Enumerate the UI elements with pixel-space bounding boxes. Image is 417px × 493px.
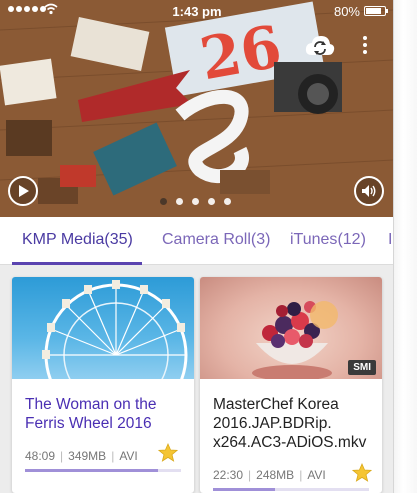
watch-progress-bar <box>213 488 369 491</box>
watch-progress-fill <box>213 488 276 491</box>
subtitle-badge: SMI <box>348 360 376 375</box>
video-meta: 22:30 | 248MB | AVI <box>213 468 326 482</box>
tab-count: (35) <box>104 231 133 248</box>
meta-divider: | <box>60 449 64 463</box>
watch-progress-bar <box>25 469 181 472</box>
tab-label: I <box>388 231 393 248</box>
video-duration: 22:30 <box>213 468 244 482</box>
video-title[interactable]: MasterChef Korea 2016.JAP.BDRip. x264.AC… <box>213 395 373 452</box>
tab-itunes[interactable]: iTunes(12) <box>290 231 366 249</box>
video-title[interactable]: The Woman on the Ferris Wheel 2016 <box>25 395 185 433</box>
favorite-star-icon[interactable] <box>158 443 178 462</box>
video-size: 248MB <box>256 468 295 482</box>
battery-icon <box>364 6 388 16</box>
slide-dot[interactable] <box>192 198 199 205</box>
slide-dot[interactable] <box>224 198 231 205</box>
slide-dot[interactable] <box>176 198 183 205</box>
favorite-star-icon[interactable] <box>352 463 372 482</box>
tab-next[interactable]: I <box>388 231 392 249</box>
source-tabs: KMP Media(35) Camera Roll(3) iTunes(12) … <box>0 217 393 265</box>
video-thumbnail[interactable]: SMI <box>200 277 382 379</box>
meta-divider: | <box>111 449 115 463</box>
volume-icon <box>362 185 376 197</box>
meta-divider: | <box>299 468 303 482</box>
video-card[interactable]: The Woman on the Ferris Wheel 2016 48:09… <box>12 277 194 493</box>
play-icon <box>19 185 29 197</box>
video-format: AVI <box>307 468 326 482</box>
slide-dot[interactable] <box>208 198 215 205</box>
sync-icon[interactable] <box>304 33 336 59</box>
play-button[interactable] <box>8 176 38 206</box>
slide-indicator <box>160 198 231 205</box>
tab-count: (3) <box>250 231 271 248</box>
video-size: 349MB <box>68 449 107 463</box>
video-meta: 48:09 | 349MB | AVI <box>25 449 138 463</box>
video-duration: 48:09 <box>25 449 56 463</box>
video-thumbnail[interactable] <box>12 277 194 379</box>
tab-label: iTunes <box>290 231 338 248</box>
volume-button[interactable] <box>354 176 384 206</box>
svg-text:26: 26 <box>195 12 286 93</box>
tab-label: Camera Roll <box>162 231 251 248</box>
battery-percent: 80% <box>333 4 360 19</box>
tab-label: KMP Media <box>22 231 105 248</box>
ferris-wheel-thumbnail-image <box>42 280 188 379</box>
active-tab-indicator <box>12 262 142 265</box>
app-screen: 26 1:43 pm 80% KMP Media(35) Camera Roll… <box>0 0 394 493</box>
status-bar: 1:43 pm 80% <box>0 0 393 22</box>
device-side-bezel <box>394 0 417 493</box>
tab-kmp-media[interactable]: KMP Media(35) <box>22 231 133 249</box>
more-vertical-icon[interactable] <box>363 36 367 54</box>
slide-dot[interactable] <box>160 198 167 205</box>
video-card[interactable]: SMI MasterChef Korea 2016.JAP.BDRip. x26… <box>200 277 382 493</box>
meta-divider: | <box>248 468 252 482</box>
hero-banner[interactable]: 26 1:43 pm 80% <box>0 0 393 217</box>
tab-camera-roll[interactable]: Camera Roll(3) <box>162 231 270 249</box>
video-format: AVI <box>119 449 138 463</box>
tab-count: (12) <box>337 231 366 248</box>
watch-progress-fill <box>25 469 158 472</box>
